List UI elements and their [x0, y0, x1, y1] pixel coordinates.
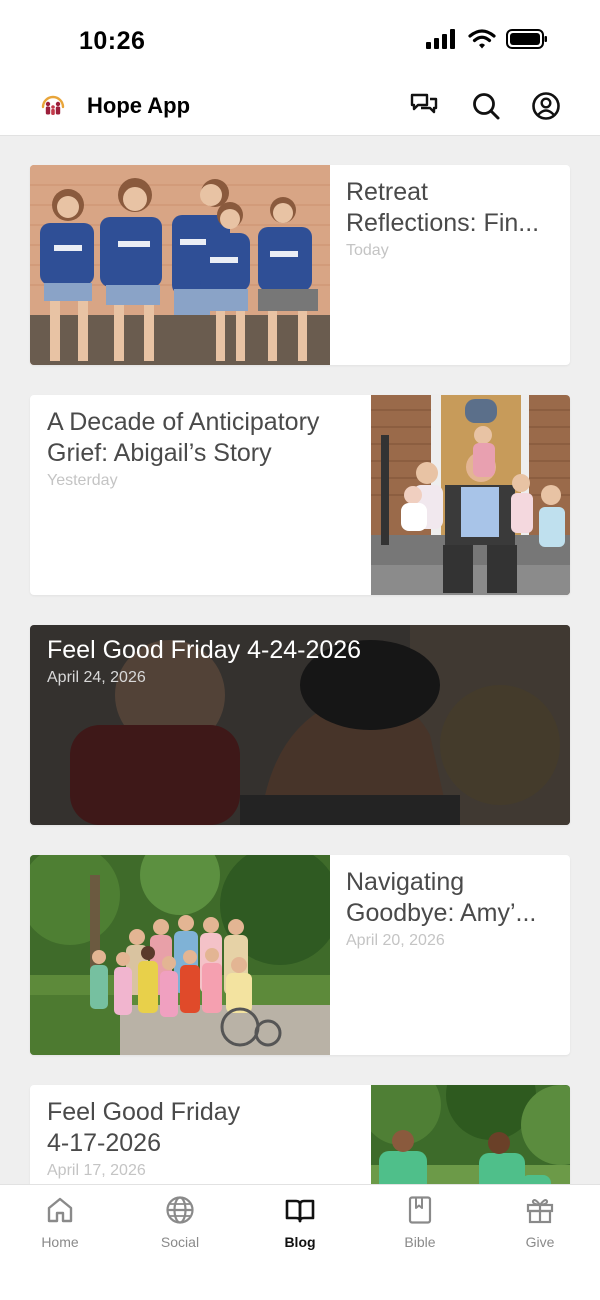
post-thumbnail [371, 395, 570, 595]
tab-home[interactable]: Home [0, 1195, 120, 1250]
post-text: Navigating Goodbye: Amy’... April 20, 20… [346, 867, 556, 950]
wifi-icon [468, 29, 496, 49]
tab-label: Home [41, 1234, 79, 1250]
post-thumbnail [30, 855, 330, 1055]
tab-social[interactable]: Social [120, 1195, 240, 1250]
post-title: Navigating Goodbye: Amy’... [346, 868, 537, 927]
status-bar: 10:26 [0, 0, 600, 76]
blog-card-navigating-goodbye[interactable]: Navigating Goodbye: Amy’... April 20, 20… [30, 855, 570, 1055]
post-thumbnail [371, 1085, 570, 1184]
post-title: Feel Good Friday 4-24-2026 [47, 636, 362, 664]
tab-label: Blog [284, 1234, 316, 1250]
home-icon [47, 1197, 73, 1223]
app-logo-icon [41, 95, 65, 115]
tab-bible[interactable]: Bible [360, 1195, 480, 1250]
status-icons [426, 29, 548, 49]
bible-icon [408, 1196, 432, 1224]
cellular-signal-icon [426, 29, 455, 49]
tab-label: Give [525, 1234, 555, 1250]
post-thumbnail [30, 165, 330, 365]
blog-card-retreat-reflections[interactable]: Retreat Reflections: Fin... Today [30, 165, 570, 365]
post-text: Retreat Reflections: Fin... Today [346, 177, 556, 260]
post-text: Feel Good Friday 4-24-2026 April 24, 202… [47, 635, 547, 687]
blog-card-decade-grief[interactable]: A Decade of Anticipatory Grief: Abigail’… [30, 395, 570, 595]
post-date: April 17, 2026 [47, 1162, 146, 1179]
book-icon [285, 1199, 315, 1223]
app-title: Hope App [87, 93, 191, 118]
chat-icon[interactable] [409, 91, 439, 121]
blog-card-feel-good-friday-0424[interactable]: Feel Good Friday 4-24-2026 April 24, 202… [30, 625, 570, 825]
app-header: Hope App [0, 76, 600, 136]
post-text: Feel Good Friday 4-17-2026 April 17, 202… [47, 1097, 267, 1180]
post-date: April 20, 2026 [346, 932, 445, 949]
post-date: April 24, 2026 [47, 669, 146, 686]
post-text: A Decade of Anticipatory Grief: Abigail’… [47, 407, 357, 490]
status-time: 10:26 [79, 27, 146, 55]
gift-icon [526, 1199, 554, 1224]
search-icon[interactable] [471, 91, 501, 121]
post-title: Retreat Reflections: Fin... [346, 178, 540, 237]
tab-label: Social [160, 1234, 200, 1250]
account-icon[interactable] [531, 91, 561, 121]
post-title: A Decade of Anticipatory Grief: Abigail’… [47, 408, 320, 467]
post-date: Today [346, 242, 389, 259]
tab-blog[interactable]: Blog [240, 1195, 360, 1250]
globe-icon [166, 1196, 194, 1224]
blog-feed[interactable]: Retreat Reflections: Fin... Today A Deca… [0, 137, 600, 1184]
post-title: Feel Good Friday 4-17-2026 [47, 1098, 241, 1157]
battery-icon [506, 29, 547, 49]
post-date: Yesterday [47, 472, 118, 489]
tab-bar: Home Social Blog Bible Give [0, 1184, 600, 1300]
blog-card-feel-good-friday-0417[interactable]: Feel Good Friday 4-17-2026 April 17, 202… [30, 1085, 570, 1184]
tab-label: Bible [404, 1234, 436, 1250]
tab-give[interactable]: Give [480, 1195, 600, 1250]
